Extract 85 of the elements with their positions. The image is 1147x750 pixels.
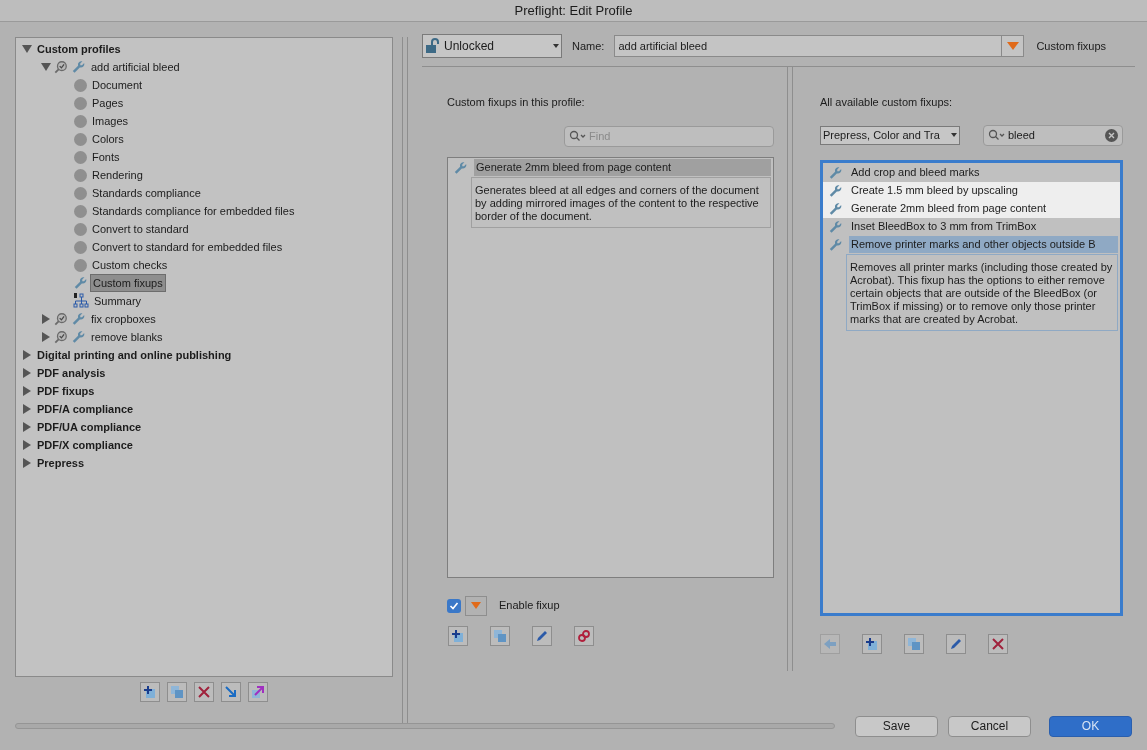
expand-triangle-icon[interactable]	[22, 458, 32, 468]
add-icon[interactable]	[448, 625, 468, 646]
tree-item[interactable]: Document	[90, 77, 145, 93]
magnifier-check-icon	[54, 312, 68, 326]
caret-icon	[951, 133, 957, 137]
wrench-icon	[828, 237, 843, 252]
dialog-button[interactable]: Cancel	[948, 715, 1031, 737]
tree-item[interactable]: PDF fixups	[35, 383, 97, 399]
tree-item[interactable]: Prepress	[35, 455, 87, 471]
enable-checkbox[interactable]	[447, 598, 461, 613]
tree-item[interactable]: Custom fixups	[91, 275, 165, 291]
tree-item[interactable]: Fonts	[90, 149, 122, 165]
search-field[interactable]: bleed	[983, 124, 1123, 146]
delete-icon[interactable]	[988, 633, 1008, 654]
wrench-icon	[828, 183, 843, 198]
tree-item[interactable]: Convert to standard for embedded files	[90, 239, 285, 255]
add-icon[interactable]	[140, 682, 160, 702]
expand-triangle-icon[interactable]	[22, 386, 32, 396]
tree-item[interactable]: fix cropboxes	[89, 311, 158, 327]
category-dropdown[interactable]: Prepress, Color and Tra	[820, 125, 960, 145]
wrench-icon	[71, 330, 86, 344]
dialog-button[interactable]: Save	[855, 715, 938, 737]
ok-button[interactable]: OK	[1049, 715, 1132, 737]
expand-triangle-icon[interactable]	[22, 440, 32, 450]
search-icon	[569, 130, 587, 142]
tree-item[interactable]: PDF/UA compliance	[35, 419, 144, 435]
list-heading: All available custom fixups:	[820, 95, 954, 110]
window-title: Preflight: Edit Profile	[514, 1, 633, 20]
add-icon[interactable]	[862, 633, 882, 654]
arrow-up-right-icon[interactable]	[248, 682, 268, 702]
tree-item[interactable]: Colors	[90, 131, 126, 147]
section-title: Custom fixups	[1036, 38, 1107, 54]
tree-item[interactable]: Custom checks	[90, 257, 170, 273]
pencil-icon[interactable]	[532, 625, 552, 646]
tree-item[interactable]: Pages	[90, 95, 126, 111]
collapse-triangle-icon[interactable]	[41, 62, 51, 72]
unlocked-padlock-icon	[425, 38, 441, 54]
expand-triangle-icon[interactable]	[22, 422, 32, 432]
fixup-item[interactable]: Add crop and bleed marks	[849, 164, 1118, 181]
fixup-item[interactable]: Inset BleedBox to 3 mm from TrimBox	[849, 218, 1118, 235]
tree-item[interactable]: PDF/X compliance	[35, 437, 135, 453]
wrench-icon	[828, 165, 843, 180]
expand-triangle-icon[interactable]	[41, 314, 51, 324]
delete-icon[interactable]	[194, 682, 214, 702]
fixup-item[interactable]: Generate 2mm bleed from page content	[474, 159, 771, 176]
expand-triangle-icon[interactable]	[41, 332, 51, 342]
enable-label: Enable fixup	[499, 598, 560, 614]
tree-item[interactable]: Convert to standard	[90, 221, 191, 237]
tree-item[interactable]: remove blanks	[89, 329, 165, 345]
expand-triangle-icon[interactable]	[22, 350, 32, 360]
link-icon[interactable]	[574, 625, 594, 646]
tree-item[interactable]: Digital printing and online publishing	[35, 347, 234, 363]
wrench-icon	[828, 219, 843, 234]
tree-item[interactable]: PDF/A compliance	[35, 401, 136, 417]
hierarchy-icon	[73, 293, 89, 309]
wrench-icon	[73, 276, 88, 290]
fixup-description: Generates bleed at all edges and corners of the document by adding mirrored images of the content to the respective border of the document.	[471, 176, 771, 228]
tree-item[interactable]: add artificial bleed	[89, 59, 182, 75]
tree-item[interactable]: Custom profiles	[35, 41, 123, 57]
tree-item[interactable]: Images	[90, 113, 131, 129]
fixup-description: Removes all printer marks (including those created by Acrobat). This fixup has the options to either remove certain objects that are outside of the BleedBox (or TrimBox if missing) or to remove only those printer marks that are created by Acrobat.	[846, 253, 1118, 331]
magnifier-check-icon	[54, 330, 68, 344]
expand-triangle-icon[interactable]	[22, 404, 32, 414]
search-icon	[988, 129, 1006, 141]
tree-item[interactable]: Standards compliance	[90, 185, 203, 201]
name-label: Name:	[572, 38, 605, 54]
tree-item[interactable]: PDF analysis	[35, 365, 108, 381]
name-field[interactable]: add artificial bleed	[614, 35, 1025, 57]
wrench-icon	[71, 312, 86, 326]
magnifier-check-icon	[54, 60, 68, 74]
fixup-item[interactable]: Remove printer marks and other objects outside B	[849, 236, 1118, 253]
lock-dropdown[interactable]: Unlocked	[422, 34, 562, 58]
expand-triangle-icon[interactable]	[22, 368, 32, 378]
caret-icon	[553, 44, 559, 48]
clear-icon[interactable]	[1105, 128, 1118, 142]
collapse-triangle-icon[interactable]	[22, 44, 32, 54]
tree-item[interactable]: Rendering	[90, 167, 145, 183]
arrow-down-right-icon[interactable]	[221, 682, 241, 702]
pencil-icon[interactable]	[946, 633, 966, 654]
list-heading: Custom fixups in this profile:	[447, 95, 586, 110]
wrench-icon	[71, 60, 86, 74]
wrench-icon	[453, 160, 468, 175]
wrench-icon	[828, 201, 843, 216]
tree-item[interactable]: Summary	[92, 293, 144, 309]
tree-item[interactable]: Standards compliance for embedded files	[90, 203, 297, 219]
